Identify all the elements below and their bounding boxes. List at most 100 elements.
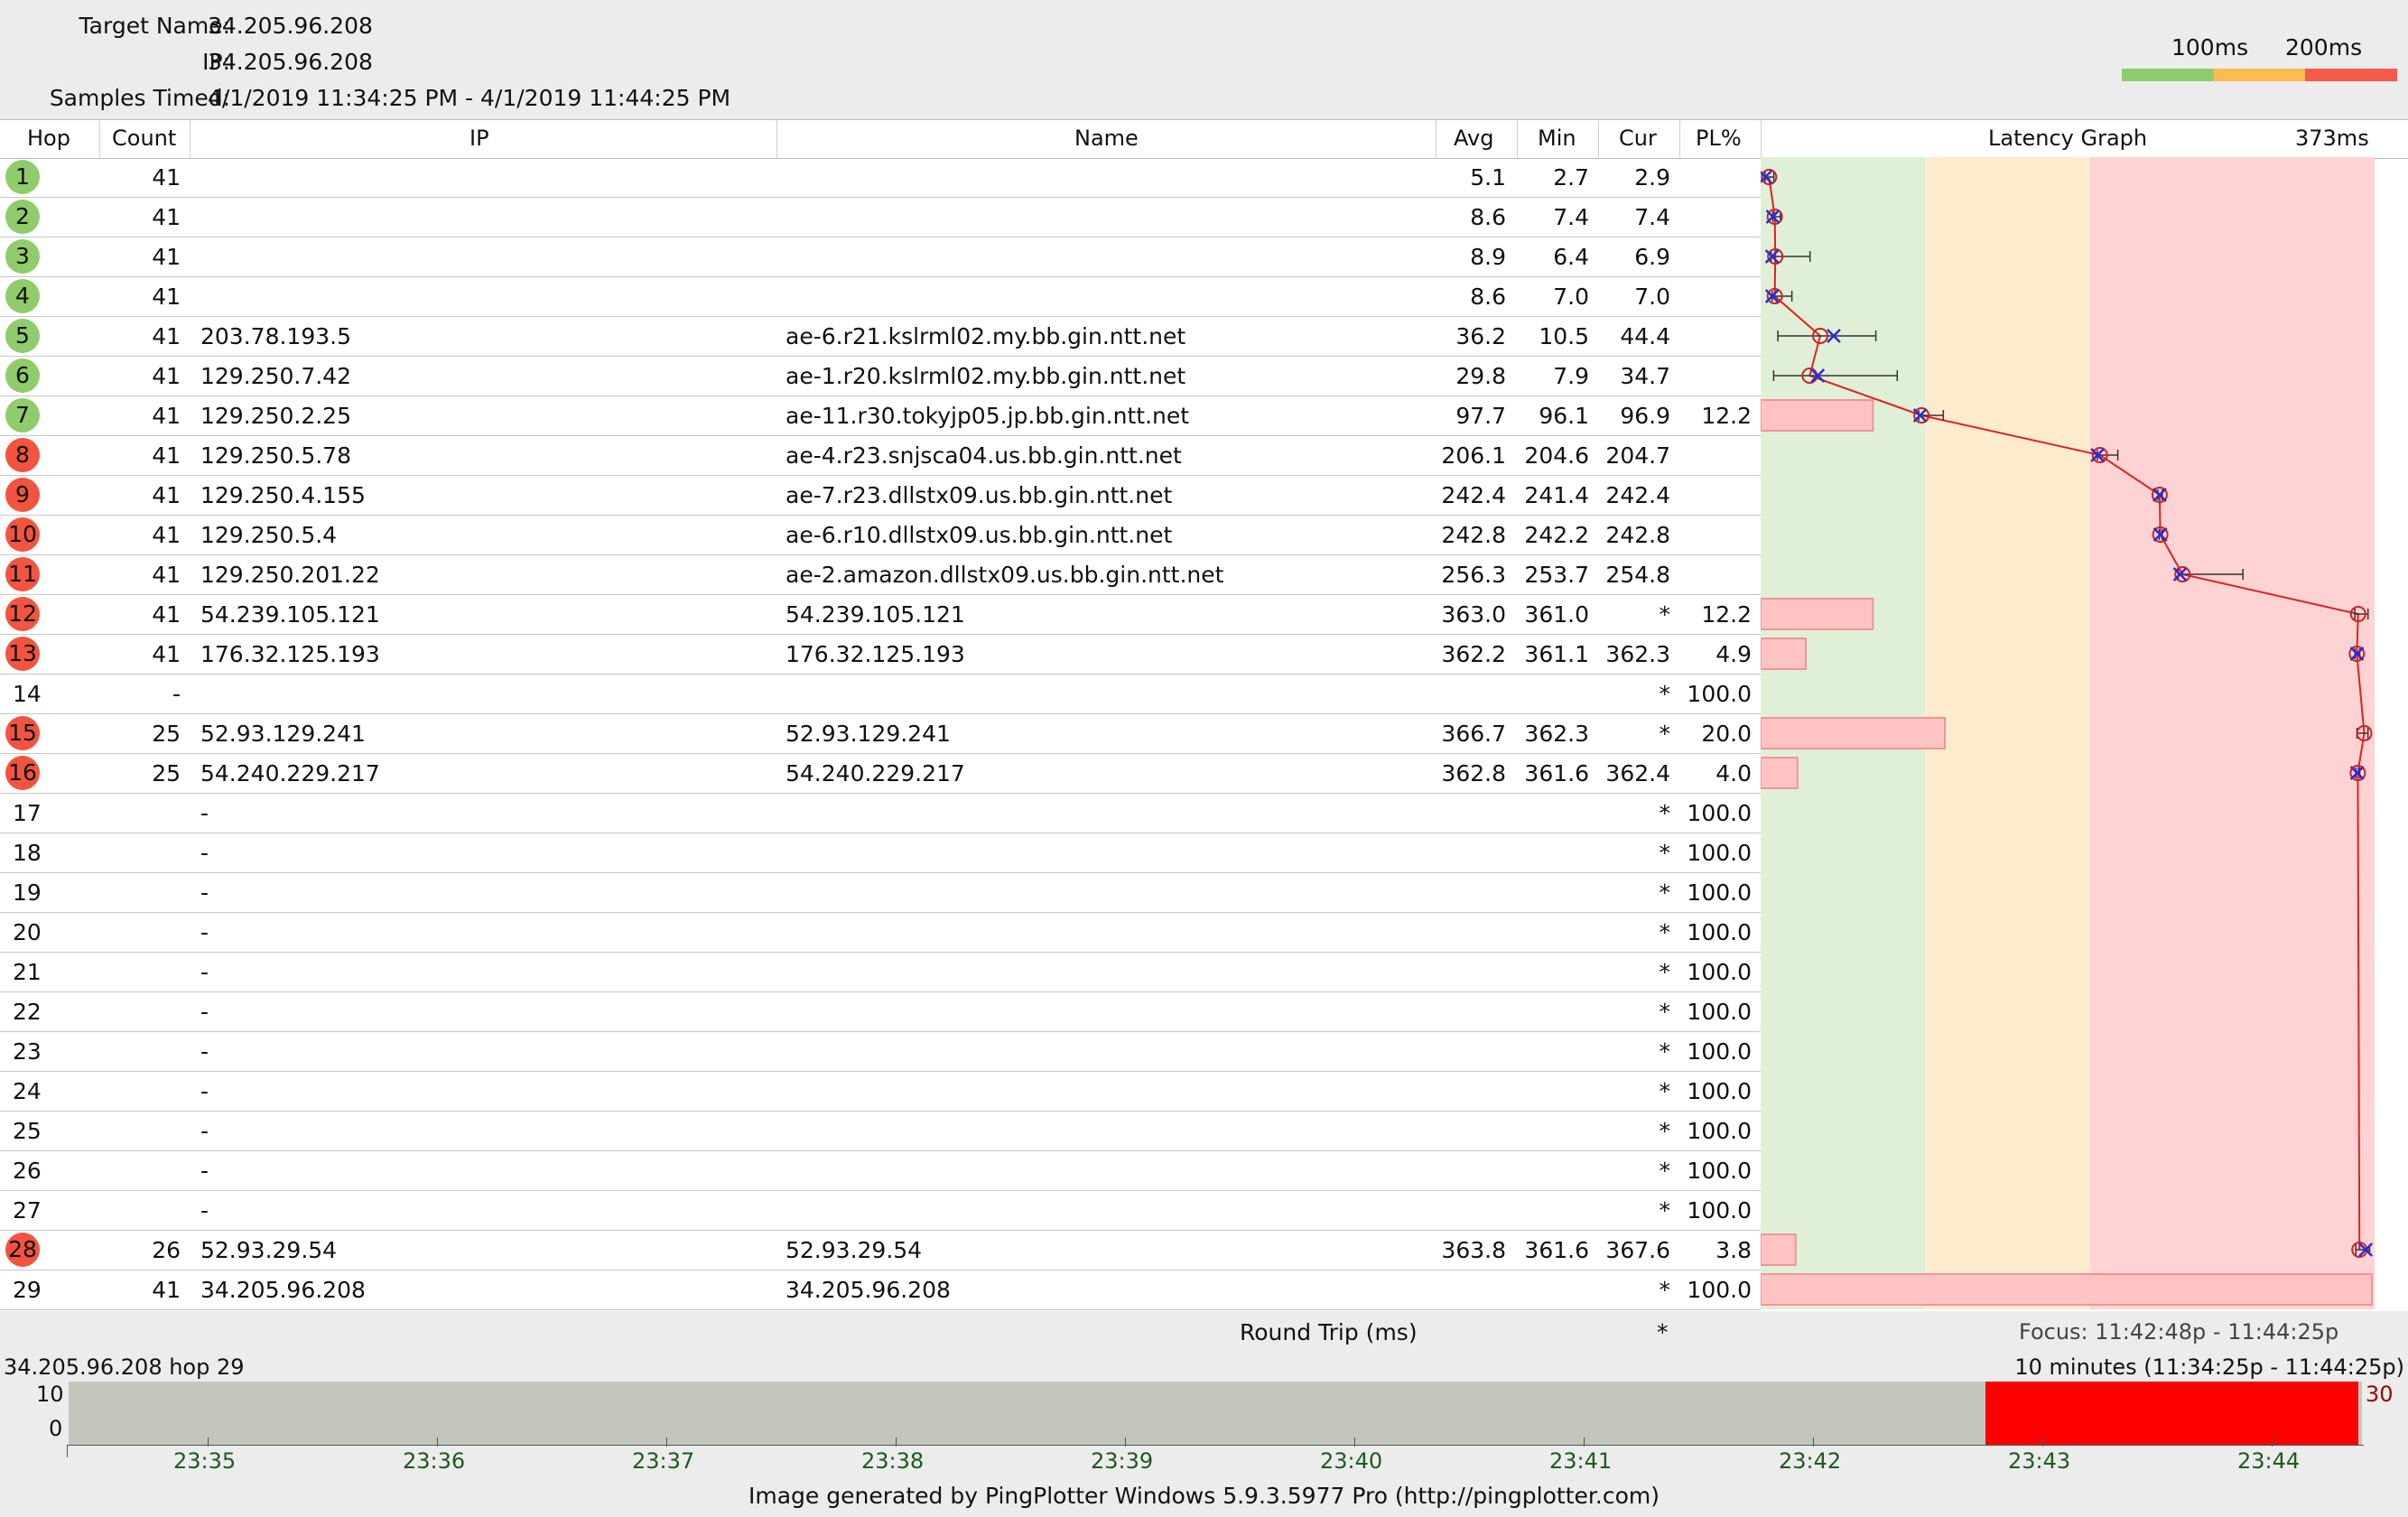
timeline-graph: 34.205.96.208 hop 29 10 minutes (11:34:2… <box>0 1351 2408 1477</box>
col-hop[interactable]: Hop <box>27 126 70 151</box>
hop-number: 14 <box>13 681 42 707</box>
hop-row[interactable]: 2 41 8.6 7.4 7.4 <box>0 197 1761 237</box>
hop-row[interactable]: 16 25 54.240.229.217 54.240.229.217 362.8 361… <box>0 753 1761 794</box>
hop-avg: 36.2 <box>1455 323 1506 349</box>
hop-row[interactable]: 21 - * 100.0 <box>0 952 1761 992</box>
hop-number: 27 <box>13 1197 42 1224</box>
hop-row[interactable]: 14 - * 100.0 <box>0 674 1761 714</box>
hop-cur: * <box>1659 840 1671 866</box>
hop-row[interactable]: 15 25 52.93.129.241 52.93.129.241 366.7 362.3… <box>0 713 1761 754</box>
hop-number: 21 <box>13 959 42 985</box>
hop-row[interactable]: 4 41 8.6 7.0 7.0 <box>0 276 1761 317</box>
col-pl[interactable]: PL% <box>1696 126 1742 151</box>
col-count[interactable]: Count <box>112 126 176 151</box>
hop-cur: 34.7 <box>1620 363 1670 389</box>
col-name[interactable]: Name <box>1074 126 1139 151</box>
hop-row[interactable]: 24 - * 100.0 <box>0 1071 1761 1112</box>
hop-pl: 100.0 <box>1687 1197 1752 1224</box>
hop-status-badge: 28 <box>5 1233 40 1267</box>
hop-cur: 204.7 <box>1605 442 1670 469</box>
hop-avg: 242.4 <box>1441 482 1506 508</box>
hop-cur: 44.4 <box>1620 323 1670 349</box>
hop-row[interactable]: 27 - * 100.0 <box>0 1190 1761 1231</box>
hop-row[interactable]: 12 41 54.239.105.121 54.239.105.121 363.0 361… <box>0 594 1761 635</box>
timeline-tick-mark <box>1813 1438 1814 1447</box>
hop-row[interactable]: 1 41 5.1 2.7 2.9 <box>0 157 1761 198</box>
packet-loss-bar <box>1761 1273 2373 1306</box>
timeline-tick-mark <box>2272 1438 2273 1447</box>
hop-avg: 363.0 <box>1441 601 1506 628</box>
hop-row[interactable]: 19 - * 100.0 <box>0 872 1761 913</box>
hop-ip: - <box>200 1197 209 1224</box>
hop-cur: * <box>1659 999 1671 1025</box>
hop-count: 41 <box>152 1277 181 1303</box>
timeline-tick-label: 23:42 <box>1779 1448 1842 1474</box>
scale-200ms-label: 200ms <box>2285 34 2363 60</box>
hop-avg: 363.8 <box>1441 1237 1506 1263</box>
hop-row[interactable]: 9 41 129.250.4.155 ae-7.r23.dllstx09.us.bb.… <box>0 475 1761 516</box>
hop-row[interactable]: 28 26 52.93.29.54 52.93.29.54 363.8 361.6 367.… <box>0 1230 1761 1270</box>
hop-name: ae-1.r20.kslrml02.my.bb.gin.ntt.net <box>786 363 1186 389</box>
timeline-plot[interactable] <box>69 1382 2362 1445</box>
hop-row[interactable]: 8 41 129.250.5.78 ae-4.r23.snjsca04.us.bb.g… <box>0 435 1761 476</box>
timeline-y-top: 10 <box>36 1382 64 1407</box>
hop-ip: - <box>200 919 209 945</box>
packet-loss-bar <box>1761 638 1807 670</box>
col-avg[interactable]: Avg <box>1454 126 1493 151</box>
hop-number: 24 <box>13 1078 42 1104</box>
timeline-tick-label: 23:40 <box>1320 1448 1383 1474</box>
hop-row[interactable]: 29 41 34.205.96.208 34.205.96.208 * 100.0 <box>0 1270 1761 1310</box>
round-trip-cur: * <box>1657 1319 1669 1345</box>
hop-row[interactable]: 25 - * 100.0 <box>0 1111 1761 1151</box>
hop-row[interactable]: 18 - * 100.0 <box>0 833 1761 873</box>
hop-row[interactable]: 23 - * 100.0 <box>0 1031 1761 1072</box>
hop-cur: 7.4 <box>1634 204 1670 230</box>
hop-row[interactable]: 7 41 129.250.2.25 ae-11.r30.tokyjp05.jp.bb.… <box>0 396 1761 436</box>
hop-row[interactable]: 22 - * 100.0 <box>0 991 1761 1032</box>
hop-row[interactable]: 13 41 176.32.125.193 176.32.125.193 362.2 361… <box>0 634 1761 675</box>
hop-cur: 242.4 <box>1605 482 1670 508</box>
hop-ip: - <box>200 959 209 985</box>
timeline-tick-mark <box>437 1438 438 1447</box>
hop-cur: * <box>1659 681 1671 707</box>
hop-row[interactable]: 3 41 8.9 6.4 6.9 <box>0 237 1761 277</box>
hop-cur: 367.6 <box>1605 1237 1670 1263</box>
hop-cur: 7.0 <box>1634 284 1670 310</box>
hop-min: 361.6 <box>1524 1237 1589 1263</box>
hop-count: 41 <box>152 403 181 429</box>
hop-ip: - <box>200 999 209 1025</box>
hop-row[interactable]: 10 41 129.250.5.4 ae-6.r10.dllstx09.us.bb.g… <box>0 515 1761 555</box>
hop-cur: * <box>1659 1158 1671 1184</box>
hop-row[interactable]: 6 41 129.250.7.42 ae-1.r20.kslrml02.my.bb.g… <box>0 356 1761 396</box>
col-cur[interactable]: Cur <box>1619 126 1657 151</box>
hop-number: 26 <box>13 1158 42 1184</box>
hop-name: ae-7.r23.dllstx09.us.bb.gin.ntt.net <box>786 482 1173 508</box>
timeline-title: 34.205.96.208 hop 29 <box>4 1354 245 1380</box>
hop-status-badge: 4 <box>5 279 40 313</box>
hop-pl: 20.0 <box>1701 721 1752 747</box>
timeline-tick-mark <box>1125 1438 1126 1447</box>
hop-pl: 12.2 <box>1701 601 1752 628</box>
col-min[interactable]: Min <box>1538 126 1576 151</box>
hop-ip: 129.250.201.22 <box>200 562 380 588</box>
hop-cur: * <box>1659 601 1671 628</box>
hop-min: 361.0 <box>1524 601 1589 628</box>
hop-cur: * <box>1659 1118 1671 1144</box>
hop-number: 20 <box>13 919 42 945</box>
hop-ip: 52.93.129.241 <box>200 721 366 747</box>
hop-avg: 206.1 <box>1441 442 1506 469</box>
column-header-row: Hop Count IP Name Avg Min Cur PL% Latenc… <box>0 119 2408 159</box>
hop-row[interactable]: 5 41 203.78.193.5 ae-6.r21.kslrml02.my.bb.g… <box>0 316 1761 357</box>
col-latency-graph[interactable]: Latency Graph <box>1988 126 2147 151</box>
hop-row[interactable]: 11 41 129.250.201.22 ae-2.amazon.dllstx09.u… <box>0 554 1761 595</box>
hop-ip: 34.205.96.208 <box>200 1277 366 1303</box>
hop-row[interactable]: 26 - * 100.0 <box>0 1150 1761 1191</box>
hop-status-badge: 1 <box>5 160 40 194</box>
timeline-tick-label: 23:36 <box>403 1448 466 1474</box>
hop-ip: - <box>200 840 209 866</box>
col-ip[interactable]: IP <box>470 126 489 151</box>
hop-avg: 5.1 <box>1470 164 1506 191</box>
hop-row[interactable]: 20 - * 100.0 <box>0 912 1761 953</box>
avg-latency-line <box>1768 176 2366 1251</box>
hop-row[interactable]: 17 - * 100.0 <box>0 793 1761 833</box>
